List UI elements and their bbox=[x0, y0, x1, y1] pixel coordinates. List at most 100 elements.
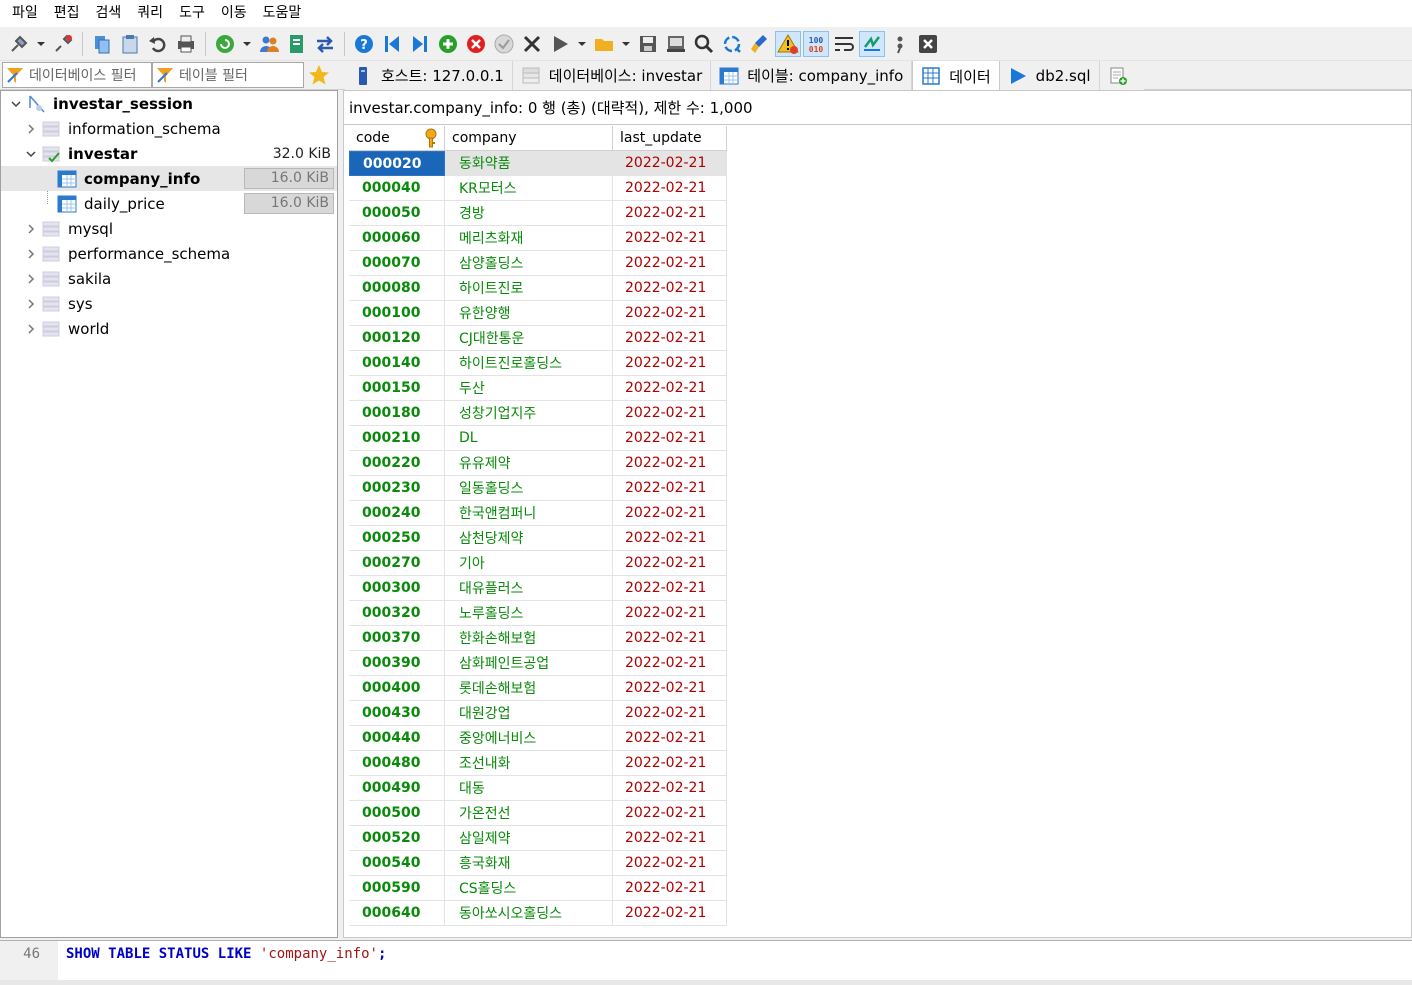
chevron-right-icon[interactable] bbox=[25, 323, 37, 335]
cell-last-update[interactable]: 2022-02-21 bbox=[613, 176, 727, 201]
menu-tools[interactable]: 도구 bbox=[171, 0, 213, 27]
users-icon[interactable] bbox=[256, 31, 282, 57]
tab-database[interactable]: 데이터베이스: investar bbox=[512, 61, 712, 90]
cell-code[interactable]: 000050 bbox=[349, 201, 445, 226]
table-row[interactable]: 000430 대원강업 2022-02-21 bbox=[349, 701, 727, 726]
table-row[interactable]: 000250 삼천당제약 2022-02-21 bbox=[349, 526, 727, 551]
menu-edit[interactable]: 편집 bbox=[46, 0, 88, 27]
cell-company[interactable]: 롯데손해보험 bbox=[445, 676, 613, 701]
chevron-right-icon[interactable] bbox=[25, 298, 37, 310]
cell-last-update[interactable]: 2022-02-21 bbox=[613, 151, 727, 176]
cell-last-update[interactable]: 2022-02-21 bbox=[613, 851, 727, 876]
connect-icon[interactable] bbox=[6, 31, 32, 57]
open-folder-icon[interactable] bbox=[591, 31, 617, 57]
cell-last-update[interactable]: 2022-02-21 bbox=[613, 751, 727, 776]
column-header-code[interactable]: code bbox=[349, 126, 445, 151]
table-row[interactable]: 000490 대동 2022-02-21 bbox=[349, 776, 727, 801]
cell-code[interactable]: 000250 bbox=[349, 526, 445, 551]
cell-code[interactable]: 000120 bbox=[349, 326, 445, 351]
cell-company[interactable]: 대원강업 bbox=[445, 701, 613, 726]
cell-company[interactable]: 삼천당제약 bbox=[445, 526, 613, 551]
menu-query[interactable]: 쿼리 bbox=[129, 0, 171, 27]
help-icon[interactable]: ? bbox=[351, 31, 377, 57]
cell-company[interactable]: 기아 bbox=[445, 551, 613, 576]
tab-query[interactable]: db2.sql bbox=[999, 61, 1100, 90]
cell-company[interactable]: 유유제약 bbox=[445, 451, 613, 476]
cell-last-update[interactable]: 2022-02-21 bbox=[613, 301, 727, 326]
table-row[interactable]: 000050 경방 2022-02-21 bbox=[349, 201, 727, 226]
cell-last-update[interactable]: 2022-02-21 bbox=[613, 701, 727, 726]
cell-company[interactable]: CS홀딩스 bbox=[445, 876, 613, 901]
table-row[interactable]: 000520 삼일제약 2022-02-21 bbox=[349, 826, 727, 851]
chevron-right-icon[interactable] bbox=[25, 248, 37, 260]
cell-company[interactable]: 동아쏘시오홀딩스 bbox=[445, 901, 613, 926]
close-tab-icon[interactable] bbox=[915, 31, 941, 57]
table-row[interactable]: 000220 유유제약 2022-02-21 bbox=[349, 451, 727, 476]
cell-code[interactable]: 000100 bbox=[349, 301, 445, 326]
transfer-icon[interactable] bbox=[312, 31, 338, 57]
chevron-right-icon[interactable] bbox=[25, 273, 37, 285]
cell-code[interactable]: 000540 bbox=[349, 851, 445, 876]
table-row[interactable]: 000300 대유플러스 2022-02-21 bbox=[349, 576, 727, 601]
table-row[interactable]: 000540 흥국화재 2022-02-21 bbox=[349, 851, 727, 876]
database-filter-field[interactable]: 데이터베이스 필터 bbox=[2, 62, 152, 88]
sync-icon[interactable] bbox=[859, 30, 885, 57]
cell-last-update[interactable]: 2022-02-21 bbox=[613, 626, 727, 651]
cell-company[interactable]: 일동홀딩스 bbox=[445, 476, 613, 501]
cell-company[interactable]: 한국앤컴퍼니 bbox=[445, 501, 613, 526]
cell-code[interactable]: 000140 bbox=[349, 351, 445, 376]
table-row[interactable]: 000270 기아 2022-02-21 bbox=[349, 551, 727, 576]
table-row[interactable]: 000500 가온전선 2022-02-21 bbox=[349, 801, 727, 826]
cell-last-update[interactable]: 2022-02-21 bbox=[613, 426, 727, 451]
tree-db-information-schema[interactable]: information_schema bbox=[1, 116, 337, 141]
table-row[interactable]: 000080 하이트진로 2022-02-21 bbox=[349, 276, 727, 301]
cell-code[interactable]: 000590 bbox=[349, 876, 445, 901]
table-row[interactable]: 000180 성창기업지주 2022-02-21 bbox=[349, 401, 727, 426]
save-icon[interactable] bbox=[635, 31, 661, 57]
tree-table-company-info[interactable]: company_info 16.0 KiB bbox=[1, 166, 337, 191]
cell-company[interactable]: 가온전선 bbox=[445, 801, 613, 826]
table-row[interactable]: 000210 DL 2022-02-21 bbox=[349, 426, 727, 451]
cell-code[interactable]: 000520 bbox=[349, 826, 445, 851]
table-row[interactable]: 000440 중앙에너비스 2022-02-21 bbox=[349, 726, 727, 751]
cell-last-update[interactable]: 2022-02-21 bbox=[613, 651, 727, 676]
tree-table-daily-price[interactable]: daily_price 16.0 KiB bbox=[1, 191, 337, 216]
tree-db-sys[interactable]: sys bbox=[1, 291, 337, 316]
cell-code[interactable]: 000240 bbox=[349, 501, 445, 526]
cell-code[interactable]: 000370 bbox=[349, 626, 445, 651]
cell-last-update[interactable]: 2022-02-21 bbox=[613, 826, 727, 851]
warning-toggle-icon[interactable] bbox=[775, 30, 801, 57]
cell-company[interactable]: DL bbox=[445, 426, 613, 451]
cell-company[interactable]: 중앙에너비스 bbox=[445, 726, 613, 751]
last-record-icon[interactable] bbox=[407, 31, 433, 57]
table-row[interactable]: 000120 CJ대한통운 2022-02-21 bbox=[349, 326, 727, 351]
cell-code[interactable]: 000640 bbox=[349, 901, 445, 926]
cell-last-update[interactable]: 2022-02-21 bbox=[613, 726, 727, 751]
cell-last-update[interactable]: 2022-02-21 bbox=[613, 201, 727, 226]
query-text[interactable]: SHOW TABLE STATUS LIKE 'company_info'; bbox=[66, 941, 386, 967]
refresh-icon[interactable] bbox=[212, 31, 238, 57]
query-editor[interactable]: 46 SHOW TABLE STATUS LIKE 'company_info'… bbox=[0, 940, 1412, 981]
cell-company[interactable]: 메리츠화재 bbox=[445, 226, 613, 251]
cell-company[interactable]: 유한양행 bbox=[445, 301, 613, 326]
table-row[interactable]: 000370 한화손해보험 2022-02-21 bbox=[349, 626, 727, 651]
cell-last-update[interactable]: 2022-02-21 bbox=[613, 901, 727, 926]
cell-code[interactable]: 000040 bbox=[349, 176, 445, 201]
cell-code[interactable]: 000180 bbox=[349, 401, 445, 426]
cell-code[interactable]: 000150 bbox=[349, 376, 445, 401]
tree-db-world[interactable]: world bbox=[1, 316, 337, 341]
word-wrap-icon[interactable] bbox=[831, 31, 857, 57]
cell-company[interactable]: 삼화페인트공업 bbox=[445, 651, 613, 676]
cell-last-update[interactable]: 2022-02-21 bbox=[613, 276, 727, 301]
cell-last-update[interactable]: 2022-02-21 bbox=[613, 226, 727, 251]
cell-company[interactable]: 두산 bbox=[445, 376, 613, 401]
cell-code[interactable]: 000270 bbox=[349, 551, 445, 576]
cell-last-update[interactable]: 2022-02-21 bbox=[613, 451, 727, 476]
cell-company[interactable]: 동화약품 bbox=[445, 151, 613, 176]
cell-last-update[interactable]: 2022-02-21 bbox=[613, 551, 727, 576]
cell-company[interactable]: 대유플러스 bbox=[445, 576, 613, 601]
cell-last-update[interactable]: 2022-02-21 bbox=[613, 476, 727, 501]
cell-last-update[interactable]: 2022-02-21 bbox=[613, 801, 727, 826]
tree-db-mysql[interactable]: mysql bbox=[1, 216, 337, 241]
table-filter-field[interactable]: 테이블 필터 bbox=[152, 62, 304, 88]
